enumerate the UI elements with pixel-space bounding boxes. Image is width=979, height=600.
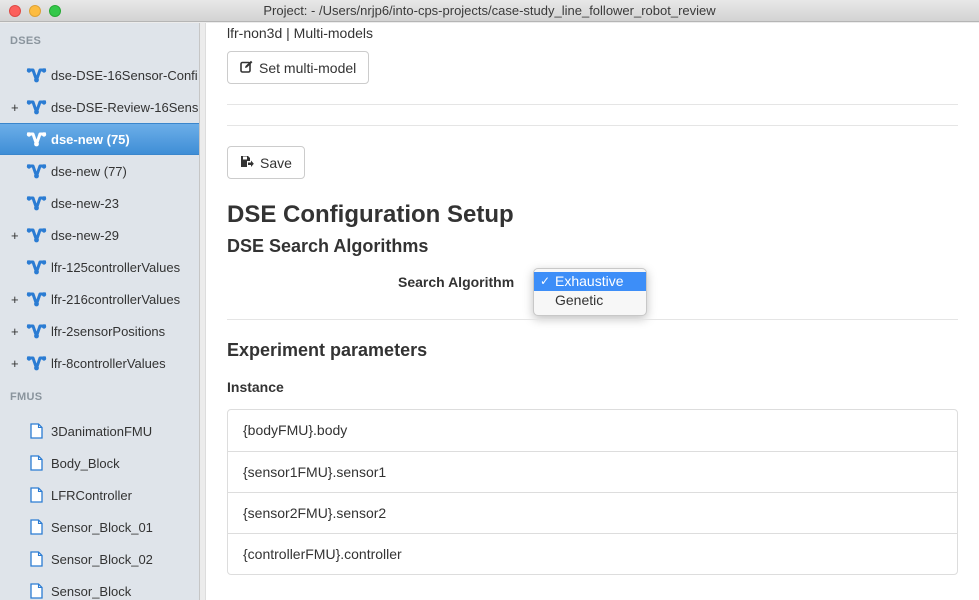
window-title: Project: - /Users/nrjp6/into-cps-project…	[263, 3, 716, 18]
expand-icon[interactable]: +	[11, 228, 21, 243]
dse-icon	[26, 323, 47, 339]
divider	[227, 319, 958, 320]
sidebar-dse-label: lfr-216controllerValues	[51, 291, 181, 307]
window-controls	[9, 4, 61, 17]
checkmark-icon: ✓	[540, 274, 551, 288]
dse-icon	[26, 355, 47, 371]
sidebar-dse-label: dse-new-29	[51, 227, 119, 243]
file-icon	[26, 519, 47, 535]
file-icon	[26, 583, 47, 599]
sidebar-fmu-label: LFRController	[51, 487, 132, 503]
sidebar-dse-item[interactable]: + lfr-8controllerValues	[0, 347, 199, 379]
sidebar-dse-label: dse-DSE-Review-16Sens	[51, 99, 199, 115]
maximize-window-button[interactable]	[49, 4, 61, 17]
close-window-button[interactable]	[9, 4, 21, 17]
search-algorithm-dropdown[interactable]: ✓ Exhaustive Genetic	[533, 268, 647, 316]
search-algorithm-label: Search Algorithm	[398, 274, 515, 290]
sidebar-dse-item[interactable]: + lfr-2sensorPositions	[0, 315, 199, 347]
dse-icon	[26, 291, 47, 307]
dse-icon	[26, 99, 47, 115]
divider	[227, 125, 958, 126]
sidebar-dse-item[interactable]: + lfr-216controllerValues	[0, 283, 199, 315]
search-algorithm-option[interactable]: Genetic	[534, 291, 646, 310]
set-multimodel-button[interactable]: Set multi-model	[227, 51, 370, 84]
sidebar-dse-label: lfr-2sensorPositions	[51, 323, 166, 339]
dse-icon	[26, 195, 47, 211]
dse-configuration-title: DSE Configuration Setup	[227, 201, 514, 228]
instance-label: Instance	[227, 379, 284, 395]
sidebar-dse-label: dse-DSE-16Sensor-Confi	[51, 67, 198, 83]
save-label: Save	[260, 154, 292, 171]
sidebar-dse-item[interactable]: lfr-125controllerValues	[0, 251, 199, 283]
fmus-section-header: FMUS	[10, 391, 43, 403]
expand-icon[interactable]: +	[11, 100, 21, 115]
search-algorithm-option-label: Genetic	[555, 292, 604, 308]
file-icon	[26, 423, 47, 439]
sidebar-fmu-item[interactable]: Sensor_Block_01	[0, 511, 199, 543]
sidebar-fmu-label: Sensor_Block	[51, 583, 132, 599]
sidebar-dse-item[interactable]: dse-DSE-16Sensor-Confi	[0, 59, 199, 91]
dse-icon	[26, 163, 47, 179]
sidebar-fmu-label: Body_Block	[51, 455, 120, 471]
title-bar: Project: - /Users/nrjp6/into-cps-project…	[0, 0, 979, 22]
dses-section-header: DSES	[10, 35, 42, 47]
instance-row[interactable]: {sensor2FMU}.sensor2	[228, 492, 957, 533]
multimodel-breadcrumb: lfr-non3d | Multi-models	[227, 25, 374, 41]
sidebar-fmu-item[interactable]: Sensor_Block_02	[0, 543, 199, 575]
sidebar-dse-item[interactable]: + dse-DSE-Review-16Sens	[0, 91, 199, 123]
sidebar-fmu-label: Sensor_Block_02	[51, 551, 153, 567]
sidebar-dse-item[interactable]: dse-new (75)	[0, 123, 199, 155]
sidebar-fmu-item[interactable]: LFRController	[0, 479, 199, 511]
expand-icon[interactable]: +	[11, 356, 21, 371]
set-multimodel-label: Set multi-model	[259, 59, 357, 76]
search-algorithm-option-label: Exhaustive	[555, 273, 624, 289]
sidebar-dse-label: dse-new (75)	[51, 131, 130, 147]
edit-icon	[240, 60, 253, 76]
sidebar-dse-item[interactable]: + dse-new-29	[0, 219, 199, 251]
instance-row[interactable]: {bodyFMU}.body	[228, 410, 957, 451]
file-icon	[26, 487, 47, 503]
sidebar-dse-item[interactable]: dse-new (77)	[0, 155, 199, 187]
main-panel: lfr-non3d | Multi-models Set multi-model…	[205, 23, 979, 600]
sidebar-fmu-label: Sensor_Block_01	[51, 519, 153, 535]
sidebar-fmu-label: 3DanimationFMU	[51, 423, 153, 439]
sidebar: DSES dse-DSE-16Sensor-Confi + dse-DSE-Revi…	[0, 23, 200, 600]
dse-icon	[26, 67, 47, 83]
divider	[227, 104, 958, 105]
instance-row[interactable]: {controllerFMU}.controller	[228, 533, 957, 574]
sidebar-dse-label: lfr-125controllerValues	[51, 259, 181, 275]
sidebar-dse-label: lfr-8controllerValues	[51, 355, 166, 371]
file-icon	[26, 551, 47, 567]
sidebar-dse-label: dse-new-23	[51, 195, 119, 211]
save-button[interactable]: Save	[227, 146, 305, 179]
expand-icon[interactable]: +	[11, 292, 21, 307]
file-icon	[26, 455, 47, 471]
dse-icon	[26, 259, 47, 275]
search-algorithm-option[interactable]: ✓ Exhaustive	[534, 272, 646, 291]
fmus-list: 3DanimationFMU Body_Block LFRController Sen…	[0, 415, 199, 600]
minimize-window-button[interactable]	[29, 4, 41, 17]
dse-icon	[26, 227, 47, 243]
sidebar-dse-label: dse-new (77)	[51, 163, 127, 179]
dses-list: dse-DSE-16Sensor-Confi + dse-DSE-Review-16…	[0, 59, 199, 379]
sidebar-fmu-item[interactable]: Body_Block	[0, 447, 199, 479]
dse-icon	[26, 131, 47, 147]
sidebar-dse-item[interactable]: dse-new-23	[0, 187, 199, 219]
dse-search-algorithms-title: DSE Search Algorithms	[227, 236, 429, 256]
sidebar-fmu-item[interactable]: Sensor_Block	[0, 575, 199, 600]
expand-icon[interactable]: +	[11, 324, 21, 339]
save-icon	[240, 155, 254, 171]
experiment-parameters-title: Experiment parameters	[227, 340, 428, 360]
sidebar-fmu-item[interactable]: 3DanimationFMU	[0, 415, 199, 447]
instance-row[interactable]: {sensor1FMU}.sensor1	[228, 451, 957, 492]
instance-list: {bodyFMU}.body {sensor1FMU}.sensor1 {senso…	[227, 409, 958, 575]
